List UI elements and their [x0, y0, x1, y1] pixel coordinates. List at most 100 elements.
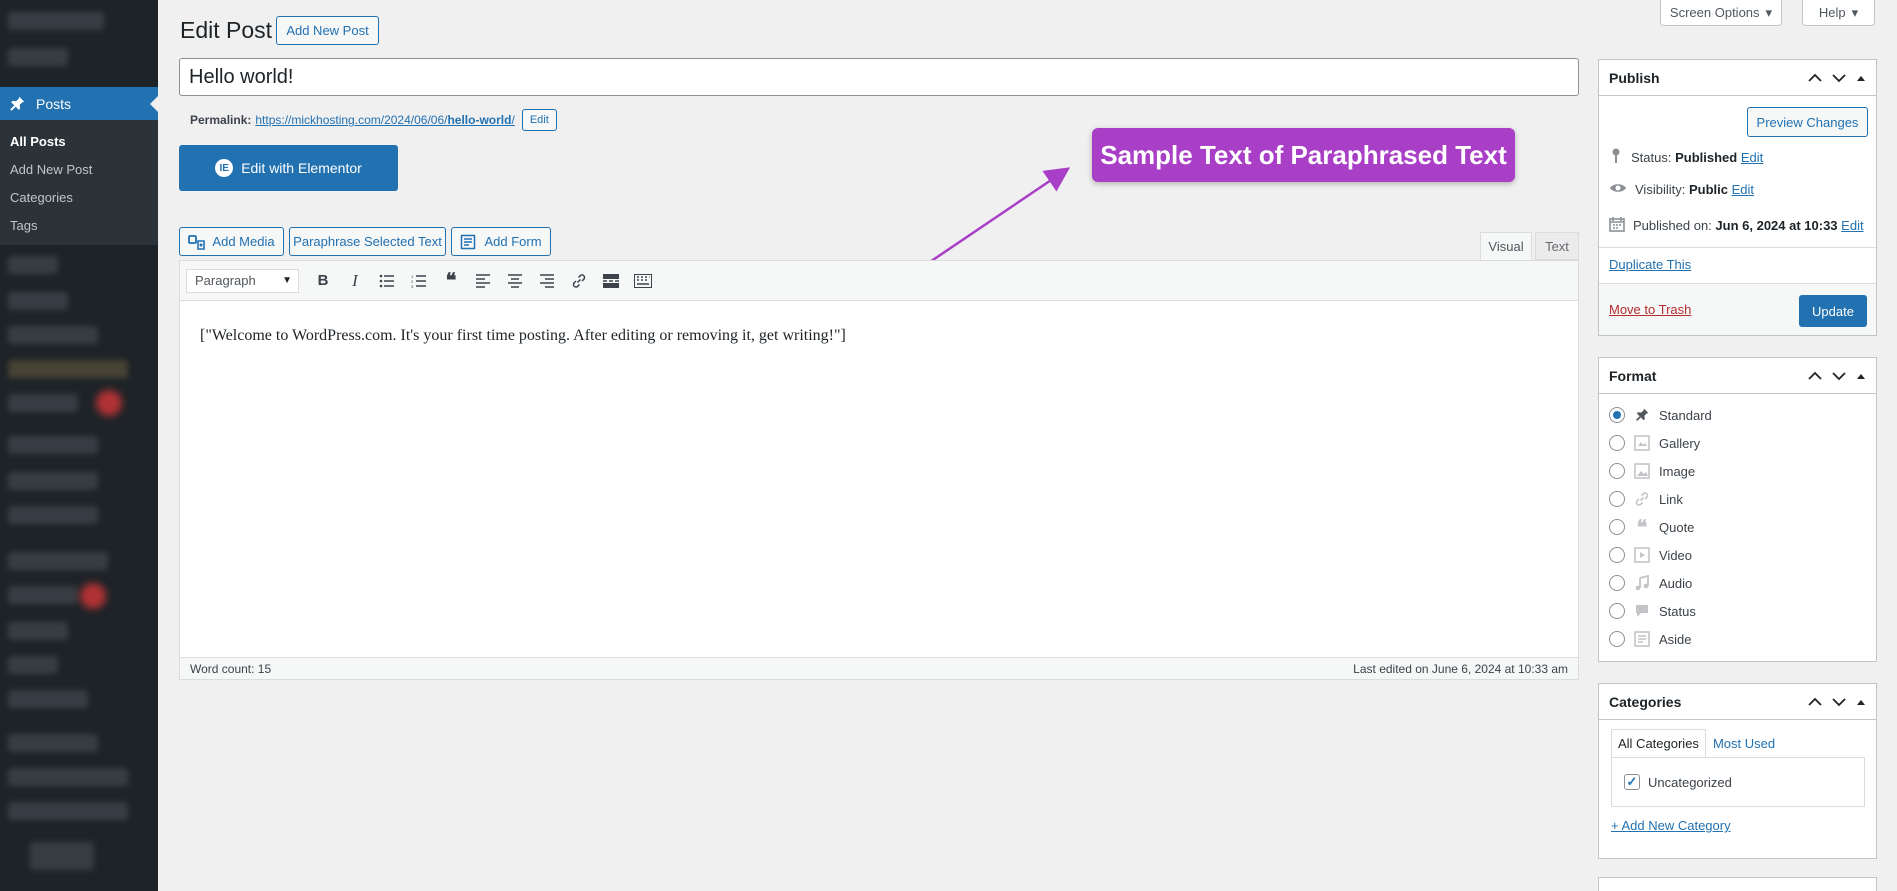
move-to-trash-link[interactable]: Move to Trash	[1609, 302, 1691, 317]
paraphrase-selected-text-button[interactable]: Paraphrase Selected Text	[289, 227, 446, 256]
visibility-value: Public	[1688, 182, 1728, 197]
sidebar-item-posts[interactable]: Posts	[0, 87, 158, 120]
format-option-label: Image	[1659, 463, 1696, 479]
format-radio[interactable]	[1609, 631, 1625, 647]
chevron-down-icon[interactable]	[1832, 371, 1846, 381]
caret-down-icon: ▾	[1765, 4, 1773, 20]
numbered-list-icon[interactable]: 123	[403, 267, 435, 295]
post-editor: Paragraph ▼ B I 123 ❝ ["Welcome to WordP…	[179, 260, 1579, 680]
toolbar-toggle-icon[interactable]	[627, 267, 659, 295]
blurred-menu-item	[8, 256, 58, 274]
blurred-menu-item	[8, 12, 104, 30]
submenu-add-new-post[interactable]: Add New Post	[0, 160, 158, 188]
paragraph-format-select[interactable]: Paragraph ▼	[186, 268, 299, 293]
blurred-menu-item	[8, 656, 58, 674]
align-center-icon[interactable]	[499, 267, 531, 295]
read-more-icon[interactable]	[595, 267, 627, 295]
blurred-menu-item	[8, 622, 68, 640]
help-tab[interactable]: Help ▾	[1802, 0, 1875, 26]
format-option-audio[interactable]: Audio	[1609, 573, 1692, 593]
blurred-menu-item	[8, 802, 128, 820]
collapse-toggle-icon[interactable]	[1856, 372, 1866, 380]
format-box-header: Format	[1599, 358, 1876, 394]
category-checkbox[interactable]: ✓	[1624, 774, 1640, 790]
blurred-menu-item	[8, 292, 68, 310]
format-option-gallery[interactable]: Gallery	[1609, 433, 1700, 453]
visibility-edit-link[interactable]: Edit	[1732, 182, 1754, 197]
format-option-label: Status	[1659, 603, 1696, 619]
editor-toolbar: Paragraph ▼ B I 123 ❝	[180, 261, 1578, 301]
blurred-menu-item	[8, 326, 98, 344]
visibility-label: Visibility:	[1635, 182, 1686, 197]
add-new-post-button[interactable]: Add New Post	[276, 16, 379, 45]
permalink-link[interactable]: https://mickhosting.com/2024/06/06/hello…	[255, 113, 514, 127]
format-radio[interactable]	[1609, 575, 1625, 591]
blurred-menu-item	[8, 552, 108, 570]
status-label: Status:	[1631, 150, 1672, 165]
blockquote-icon[interactable]: ❝	[435, 267, 467, 295]
align-right-icon[interactable]	[531, 267, 563, 295]
duplicate-this-link[interactable]: Duplicate This	[1609, 257, 1691, 272]
publishing-actions: Move to Trash Update	[1599, 283, 1876, 335]
submenu-all-posts[interactable]: All Posts	[0, 132, 158, 160]
tab-text[interactable]: Text	[1535, 232, 1579, 260]
format-radio[interactable]	[1609, 519, 1625, 535]
tab-most-used[interactable]: Most Used	[1706, 729, 1782, 758]
post-title-input[interactable]	[179, 58, 1579, 96]
add-media-button[interactable]: Add Media	[179, 227, 284, 256]
chevron-down-icon[interactable]	[1832, 73, 1846, 83]
format-radio[interactable]	[1609, 435, 1625, 451]
submenu-tags[interactable]: Tags	[0, 216, 158, 244]
chevron-up-icon[interactable]	[1808, 73, 1822, 83]
caret-down-icon: ▼	[282, 275, 292, 286]
blurred-menu-item	[8, 394, 78, 412]
submenu-categories[interactable]: Categories	[0, 188, 158, 216]
format-option-label: Quote	[1659, 519, 1695, 535]
status-edit-link[interactable]: Edit	[1741, 150, 1763, 165]
format-radio[interactable]	[1609, 463, 1625, 479]
tab-all-categories[interactable]: All Categories	[1611, 729, 1706, 758]
format-option-quote[interactable]: ❝ Quote	[1609, 517, 1695, 539]
format-radio[interactable]	[1609, 547, 1625, 563]
edit-with-elementor-button[interactable]: IE Edit with Elementor	[179, 145, 398, 191]
add-form-button[interactable]: Add Form	[451, 227, 551, 256]
aside-icon	[1633, 630, 1651, 648]
tab-visual[interactable]: Visual	[1480, 232, 1532, 260]
chevron-down-icon[interactable]	[1832, 697, 1846, 707]
format-option-status[interactable]: Status	[1609, 601, 1696, 621]
format-option-link[interactable]: Link	[1609, 489, 1683, 509]
screen-options-tab[interactable]: Screen Options ▾	[1660, 0, 1782, 26]
permalink-edit-button[interactable]: Edit	[521, 109, 557, 131]
add-new-category-link[interactable]: + Add New Category	[1611, 818, 1731, 833]
blurred-menu-item	[30, 842, 94, 870]
bulleted-list-icon[interactable]	[371, 267, 403, 295]
permalink-label: Permalink:	[190, 113, 252, 127]
preview-changes-button[interactable]: Preview Changes	[1747, 107, 1868, 137]
format-option-image[interactable]: Image	[1609, 461, 1695, 481]
gallery-icon	[1633, 434, 1651, 452]
format-option-aside[interactable]: Aside	[1609, 629, 1692, 649]
format-option-label: Standard	[1659, 407, 1712, 423]
update-button[interactable]: Update	[1799, 295, 1867, 327]
format-option-label: Link	[1659, 491, 1683, 507]
caret-down-icon: ▾	[1851, 4, 1859, 20]
format-option-video[interactable]: Video	[1609, 545, 1692, 565]
align-left-icon[interactable]	[467, 267, 499, 295]
link-icon[interactable]	[563, 267, 595, 295]
editor-content[interactable]: ["Welcome to WordPress.com. It's your fi…	[180, 301, 1578, 371]
publish-box-header: Publish	[1599, 60, 1876, 96]
format-option-standard[interactable]: Standard	[1609, 405, 1712, 425]
format-radio[interactable]	[1609, 407, 1625, 423]
italic-icon[interactable]: I	[339, 267, 371, 295]
categories-box: Categories All Categories Most Used ✓ Un…	[1598, 683, 1877, 859]
published-edit-link[interactable]: Edit	[1841, 218, 1863, 233]
format-radio[interactable]	[1609, 603, 1625, 619]
chevron-up-icon[interactable]	[1808, 697, 1822, 707]
blurred-menu-item	[8, 472, 98, 490]
bold-icon[interactable]: B	[307, 267, 339, 295]
chevron-up-icon[interactable]	[1808, 371, 1822, 381]
annotation-callout: Sample Text of Paraphrased Text	[1092, 128, 1515, 182]
collapse-toggle-icon[interactable]	[1856, 74, 1866, 82]
format-radio[interactable]	[1609, 491, 1625, 507]
collapse-toggle-icon[interactable]	[1856, 698, 1866, 706]
